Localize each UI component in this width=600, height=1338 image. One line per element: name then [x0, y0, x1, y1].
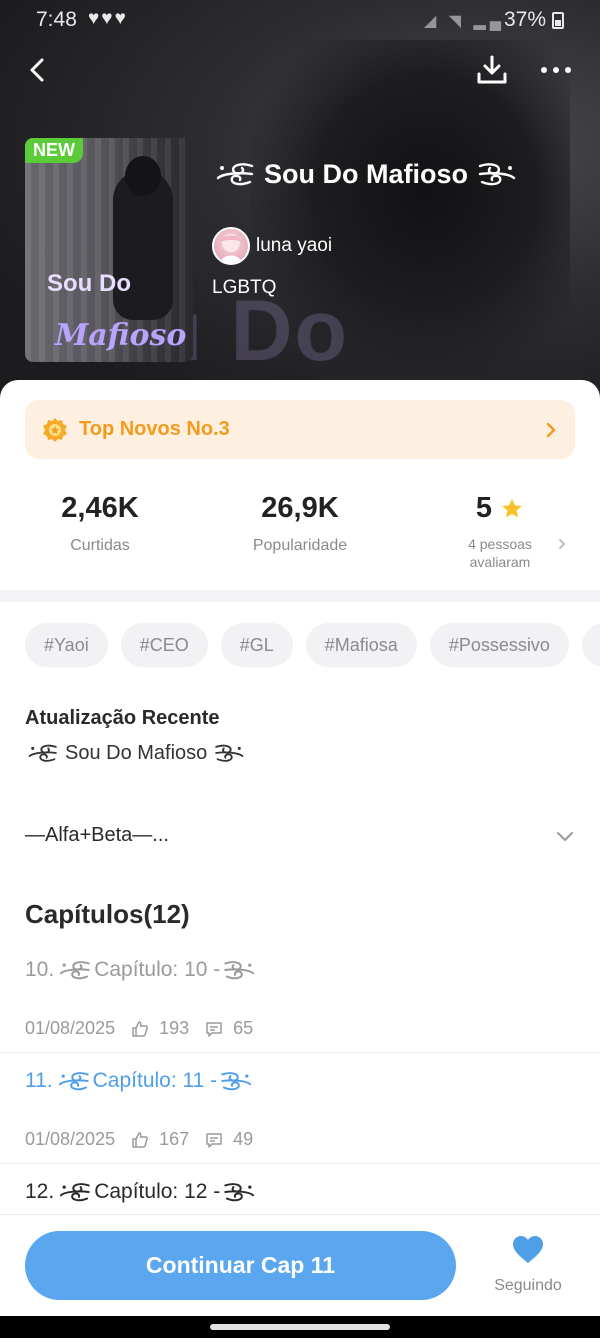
chapter-meta: 01/08/2025 193 65 — [25, 1018, 253, 1039]
chapters-heading: Capítulos(12) — [25, 899, 190, 929]
ranking-label: Top Novos No.3 — [79, 418, 230, 440]
swirl-right-icon — [478, 163, 516, 186]
author-name[interactable]: luna yaoi — [256, 235, 332, 257]
thumbs-up-icon — [132, 1131, 149, 1148]
rating-label-line2: avaliaram — [469, 554, 531, 570]
rating-label: 4 pessoas avaliaram — [400, 535, 600, 571]
star-icon — [502, 498, 522, 517]
swirl-right-icon — [224, 1183, 255, 1202]
bottom-action-bar: Continuar Cap 11 Seguindo — [0, 1214, 600, 1316]
comment-icon — [206, 1132, 222, 1148]
follow-label: Seguindo — [494, 1277, 562, 1294]
chapter-number: 10. — [25, 958, 55, 981]
chapter-comments: 65 — [233, 1018, 254, 1038]
tag-ceo[interactable]: #CEO — [120, 623, 208, 667]
tag-mafiosa[interactable]: #Mafiosa — [305, 623, 417, 667]
chevron-right-icon — [546, 422, 556, 437]
swirl-right-icon — [221, 1072, 252, 1091]
book-title: Sou Do Mafioso — [212, 158, 520, 190]
chapter-name: Capítulo: 10 - — [94, 958, 221, 981]
chapter-name: Capítulo: 12 - — [94, 1180, 221, 1203]
medal-icon — [43, 417, 67, 442]
rating-value-row: 5 — [400, 492, 600, 525]
detail-sheet: Top Novos No.3 2,46K Curtidas 26,9K Popu… — [0, 380, 600, 1338]
recent-update[interactable]: Atualização Recente Sou Do Mafioso — [25, 707, 247, 766]
tag-yaoi[interactable]: #Yaoi — [25, 623, 108, 667]
swirl-left-icon — [216, 163, 254, 186]
book-title-text: Sou Do Mafioso — [264, 158, 468, 189]
chapter-date: 01/08/2025 — [25, 1129, 116, 1149]
chapter-name: Capítulo: 11 - — [92, 1069, 218, 1092]
chapter-likes: 167 — [159, 1129, 190, 1149]
section-divider — [0, 590, 600, 602]
chapter-title: 12. Capítulo: 12 - — [25, 1178, 258, 1206]
chapter-item[interactable]: 11. Capítulo: 11 - 01/08/2025 167 49 — [0, 1053, 600, 1164]
cover-title-line2: Mafioso — [55, 318, 187, 353]
rating-label-line1: 4 pessoas — [468, 536, 532, 552]
status-bar: 7:48 ♥♥♥ ◢ ◥ ▂▄ 37% — [0, 0, 600, 40]
status-battery-percent: 37% — [504, 8, 547, 31]
recent-update-value: Sou Do Mafioso — [25, 740, 247, 766]
chapter-number: 12. — [25, 1180, 55, 1203]
chapter-meta: 01/08/2025 167 49 — [25, 1129, 253, 1150]
continue-reading-button[interactable]: Continuar Cap 11 — [25, 1231, 456, 1300]
stats-row: 2,46K Curtidas 26,9K Popularidade 5 4 pe… — [0, 492, 600, 582]
cover-title-line1: Sou Do — [47, 270, 131, 297]
chapter-likes: 193 — [159, 1018, 190, 1038]
swirl-right-icon — [224, 961, 255, 980]
system-navigation-bar — [0, 1316, 600, 1338]
stat-popularity: 26,9K Popularidade — [200, 492, 400, 555]
new-badge: NEW — [25, 138, 83, 163]
tag-gl[interactable]: #GL — [220, 623, 293, 667]
download-icon[interactable] — [474, 52, 510, 88]
avatar-illustration — [220, 234, 242, 263]
swirl-left-icon — [28, 744, 57, 762]
cover-figure-head — [125, 156, 161, 196]
author[interactable]: luna yaoi — [212, 227, 332, 265]
chapter-number: 11. — [25, 1069, 53, 1092]
status-time: 7:48 — [36, 8, 77, 31]
popularity-label: Popularidade — [252, 537, 348, 554]
synopsis-text: —Alfa+Beta—... — [25, 824, 169, 846]
swirl-right-icon — [215, 744, 244, 762]
chapter-title: 11. Capítulo: 11 - — [25, 1067, 255, 1095]
chapter-comments: 49 — [233, 1129, 254, 1149]
chevron-down-icon[interactable] — [555, 826, 575, 846]
stat-rating[interactable]: 5 4 pessoas avaliaram — [400, 492, 600, 571]
tag-list: #Yaoi #CEO #GL #Mafiosa #Possessivo # — [25, 623, 600, 667]
status-notification-hearts: ♥♥♥ — [88, 8, 128, 29]
chapter-item[interactable]: 10. Capítulo: 10 - 01/08/2025 193 65 — [0, 942, 600, 1053]
recent-update-title: Sou Do Mafioso — [65, 741, 208, 764]
thumbs-up-icon — [132, 1020, 149, 1037]
likes-value: 2,46K — [61, 492, 139, 524]
more-options-icon[interactable] — [536, 52, 576, 88]
follow-button[interactable]: Seguindo — [478, 1235, 578, 1295]
book-header: u Do 7:48 ♥♥♥ ◢ ◥ ▂▄ 37% NEW Sou Do Mafi… — [0, 0, 600, 420]
recent-update-heading: Atualização Recente — [25, 707, 220, 729]
swirl-left-icon — [60, 1183, 90, 1202]
stat-likes: 2,46K Curtidas — [0, 492, 200, 555]
synopsis[interactable]: —Alfa+Beta—... — [25, 824, 575, 847]
battery-icon — [552, 12, 564, 29]
swirl-left-icon — [60, 961, 90, 980]
chevron-right-small-icon — [559, 539, 566, 549]
likes-label: Curtidas — [70, 537, 130, 554]
comment-icon — [206, 1021, 222, 1037]
tag-more[interactable]: # — [581, 623, 600, 667]
rating-value: 5 — [475, 492, 493, 524]
swirl-left-icon — [58, 1072, 89, 1091]
chapter-date: 01/08/2025 — [25, 1018, 116, 1038]
genre-label[interactable]: LGBTQ — [212, 277, 276, 299]
author-avatar[interactable] — [212, 227, 250, 265]
heart-icon — [513, 1236, 543, 1263]
ranking-banner[interactable]: Top Novos No.3 — [25, 400, 575, 459]
book-cover[interactable]: NEW Sou Do Mafioso — [25, 138, 193, 362]
chapter-title: 10. Capítulo: 10 - — [25, 956, 258, 984]
tag-possessivo[interactable]: #Possessivo — [429, 623, 569, 667]
popularity-value: 26,9K — [261, 492, 339, 524]
home-indicator[interactable] — [210, 1324, 390, 1330]
status-signal-icons: ◢ ◥ ▂▄ — [424, 13, 506, 30]
back-arrow-icon[interactable] — [20, 52, 56, 88]
